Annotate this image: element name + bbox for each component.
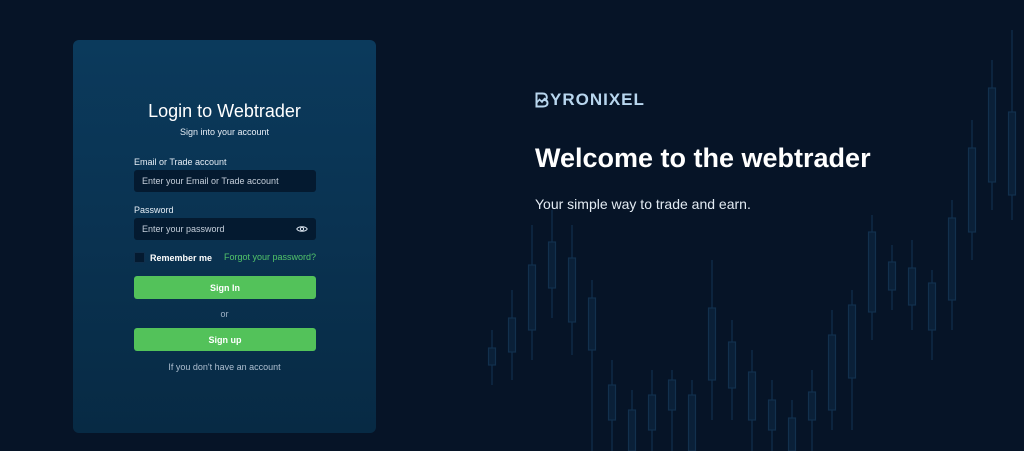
candle-body	[627, 409, 637, 451]
remember-me-label: Remember me	[150, 252, 213, 263]
candle-body	[607, 384, 617, 421]
login-card: Login to Webtrader Sign into your accoun…	[73, 40, 376, 433]
brand-logo: YRONIXEL	[535, 90, 645, 110]
candle-body	[667, 379, 677, 411]
login-subtitle: Sign into your account	[179, 127, 270, 137]
candle-body	[547, 241, 557, 289]
candle-body	[747, 371, 757, 421]
candle-body	[867, 231, 877, 313]
candle-body	[707, 307, 717, 381]
brand-logo-text: YRONIXEL	[550, 90, 645, 109]
candle-body	[947, 217, 957, 301]
eye-icon[interactable]	[296, 223, 308, 235]
candle-body	[807, 391, 817, 421]
candle-body	[567, 257, 577, 323]
sign-up-button[interactable]: Sign up	[134, 328, 316, 351]
candle-body	[907, 267, 917, 306]
email-field-wrapper[interactable]	[134, 170, 316, 192]
candle-body	[787, 417, 797, 451]
hero-title: Welcome to the webtrader	[535, 143, 871, 173]
candle-body	[767, 399, 777, 431]
login-page: Login to Webtrader Sign into your accoun…	[0, 0, 1024, 451]
email-label: Email or Trade account	[134, 157, 227, 167]
login-title: Login to Webtrader	[148, 101, 301, 121]
candle-body	[987, 87, 997, 183]
hero-subtitle: Your simple way to trade and earn.	[535, 196, 751, 212]
candle-body	[487, 347, 497, 366]
candle-body	[967, 147, 977, 233]
email-field[interactable]	[142, 176, 308, 186]
candle-body	[1007, 111, 1017, 196]
candle-body	[927, 282, 937, 331]
candle-body	[727, 341, 737, 389]
or-divider: or	[220, 309, 229, 319]
candle-body	[647, 394, 657, 431]
sign-in-button[interactable]: Sign In	[134, 276, 316, 299]
candle-body	[507, 317, 517, 353]
remember-me[interactable]: Remember me	[134, 252, 212, 263]
candlestick-background	[487, 30, 1017, 451]
candle-body	[887, 261, 897, 291]
candle-body	[587, 297, 597, 351]
password-field[interactable]	[142, 224, 296, 234]
candle-body	[687, 394, 697, 451]
signup-hint: If you don't have an account	[168, 362, 281, 372]
candle-body	[527, 264, 537, 331]
candle-body	[827, 334, 837, 411]
candle-body	[847, 304, 857, 379]
password-label: Password	[134, 205, 174, 215]
chart-b-logo-icon	[535, 92, 549, 108]
remember-me-checkbox[interactable]	[134, 252, 145, 263]
password-field-wrapper[interactable]	[134, 218, 316, 240]
forgot-password-link[interactable]: Forgot your password?	[224, 252, 316, 262]
